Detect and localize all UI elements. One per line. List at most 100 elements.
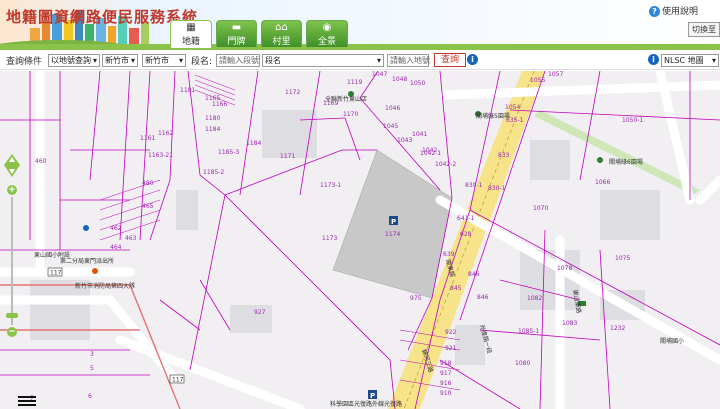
tab-door-plate[interactable]: ▬ 門牌	[216, 20, 257, 47]
svg-text:1080: 1080	[515, 360, 530, 367]
app-window: 地籍圖資網路便民服務系統 ▦ 地籍 ▬ 門牌 ⌂⌂ 村里 ◉ 全景 ? 使用說明 …	[0, 0, 720, 409]
basemap-info-icon[interactable]: i	[648, 54, 659, 65]
switch-button[interactable]: 切換至	[688, 22, 720, 37]
svg-text:1171: 1171	[280, 153, 295, 160]
svg-text:833: 833	[498, 152, 510, 159]
svg-text:1042-2: 1042-2	[435, 161, 456, 168]
district-select[interactable]: 新竹市	[142, 54, 186, 67]
parcel-number-input[interactable]: 請輸入地號	[387, 54, 430, 67]
svg-text:5: 5	[90, 365, 94, 372]
svg-text:846: 846	[468, 271, 480, 278]
svg-text:1163-21: 1163-21	[148, 152, 173, 159]
svg-text:117: 117	[50, 270, 62, 277]
svg-text:1185-2: 1185-2	[203, 169, 224, 176]
tab-panorama[interactable]: ◉ 全景	[306, 20, 348, 47]
svg-text:845: 845	[450, 285, 462, 292]
svg-text:1050: 1050	[410, 80, 425, 87]
svg-text:科學園區光復路外線光復路: 科學園區光復路外線光復路	[330, 400, 402, 408]
zoom-slider-thumb[interactable]	[6, 313, 18, 318]
svg-text:1173: 1173	[322, 235, 337, 242]
svg-text:465: 465	[142, 203, 154, 210]
query-bar: 查詢條件 以地號查詢 新竹市 新竹市 段名: 請輸入段號 段名 請輸入地號 查詢…	[0, 48, 720, 70]
section-name-select[interactable]: 段名	[262, 54, 384, 67]
query-button[interactable]: 查詢	[434, 53, 467, 67]
svg-text:第二分局東門派出所: 第二分局東門派出所	[60, 257, 114, 265]
svg-text:1066: 1066	[595, 179, 610, 186]
svg-text:846: 846	[477, 294, 489, 301]
svg-text:830-1: 830-1	[488, 185, 506, 192]
query-condition-label: 查詢條件	[6, 57, 43, 67]
svg-text:P: P	[370, 392, 375, 400]
village-icon: ⌂⌂	[275, 22, 288, 33]
help-label: 使用說明	[661, 7, 698, 17]
door-plate-icon: ▬	[231, 22, 242, 33]
section-code-input[interactable]: 請輸入段號	[216, 54, 260, 67]
svg-text:628: 628	[460, 231, 472, 238]
svg-text:639: 639	[443, 251, 455, 258]
zoom-control: + −	[3, 153, 21, 343]
svg-text:839-1: 839-1	[465, 182, 483, 189]
svg-text:1232: 1232	[610, 325, 625, 332]
svg-text:463: 463	[125, 235, 137, 242]
svg-text:關埔國小: 關埔國小	[660, 337, 684, 345]
pan-control[interactable]	[3, 153, 21, 179]
svg-text:460: 460	[35, 158, 47, 165]
svg-text:927: 927	[254, 309, 266, 316]
svg-text:1085-1: 1085-1	[518, 328, 539, 335]
tab-village[interactable]: ⌂⌂ 村里	[261, 20, 302, 47]
svg-text:917: 917	[440, 370, 452, 377]
svg-text:1180: 1180	[205, 115, 220, 122]
svg-text:全聯新竹東山店: 全聯新竹東山店	[325, 95, 367, 103]
svg-text:1184: 1184	[246, 140, 261, 147]
svg-text:480: 480	[142, 180, 154, 187]
svg-text:1119: 1119	[347, 79, 362, 86]
basemap-select[interactable]: NLSC 地圖	[661, 54, 719, 67]
svg-text:910: 910	[440, 390, 452, 397]
svg-text:117: 117	[172, 377, 184, 384]
svg-text:1172: 1172	[285, 89, 300, 96]
svg-text:6: 6	[88, 393, 92, 400]
header: 地籍圖資網路便民服務系統 ▦ 地籍 ▬ 門牌 ⌂⌂ 村里 ◉ 全景 ? 使用說明 …	[0, 0, 720, 48]
svg-text:1170: 1170	[343, 111, 358, 118]
svg-text:1184: 1184	[205, 126, 220, 133]
svg-text:3: 3	[90, 351, 94, 358]
svg-text:921: 921	[445, 345, 457, 352]
layers-menu-icon[interactable]	[16, 395, 38, 407]
svg-text:1042-1: 1042-1	[420, 150, 441, 157]
svg-text:1185-3: 1185-3	[218, 149, 239, 156]
svg-text:1173-1: 1173-1	[320, 182, 341, 189]
tab-village-label: 村里	[272, 37, 291, 47]
zoom-slider-track[interactable]	[11, 197, 13, 325]
svg-text:1082: 1082	[527, 295, 542, 302]
svg-text:1083: 1083	[562, 320, 577, 327]
query-mode-select[interactable]: 以地號查詢	[48, 54, 100, 67]
tab-land[interactable]: ▦ 地籍	[170, 20, 212, 48]
info-icon[interactable]: i	[467, 54, 478, 65]
svg-text:1075: 1075	[615, 255, 630, 262]
svg-text:464: 464	[110, 244, 122, 251]
svg-text:1050-1: 1050-1	[622, 117, 643, 124]
map-canvas[interactable]: P P 117 117 1172 1165 1166 1181 1180 118…	[0, 71, 720, 409]
svg-text:1041: 1041	[412, 131, 427, 138]
zoom-in-button[interactable]: +	[7, 185, 17, 195]
svg-text:1161: 1161	[140, 135, 155, 142]
svg-text:1166: 1166	[212, 101, 227, 108]
section-label: 段名:	[191, 57, 213, 67]
svg-text:1048: 1048	[392, 76, 407, 83]
svg-text:1043: 1043	[397, 137, 412, 144]
svg-text:922: 922	[445, 329, 457, 336]
svg-text:P: P	[391, 218, 396, 226]
svg-text:1046: 1046	[385, 105, 400, 112]
zoom-out-button[interactable]: −	[7, 327, 17, 337]
svg-text:641-1: 641-1	[457, 215, 475, 222]
county-select[interactable]: 新竹市	[102, 54, 138, 67]
svg-text:1181: 1181	[180, 87, 195, 94]
svg-text:462: 462	[110, 225, 122, 232]
svg-text:975: 975	[410, 295, 422, 302]
question-icon: ?	[648, 6, 660, 17]
map-tab-icon: ▦	[186, 22, 196, 33]
svg-text:1078: 1078	[557, 265, 572, 272]
svg-text:關埔綠5園場: 關埔綠5園場	[476, 112, 510, 120]
help-link[interactable]: ? 使用說明	[648, 4, 698, 17]
globe-icon: ◉	[322, 22, 332, 33]
